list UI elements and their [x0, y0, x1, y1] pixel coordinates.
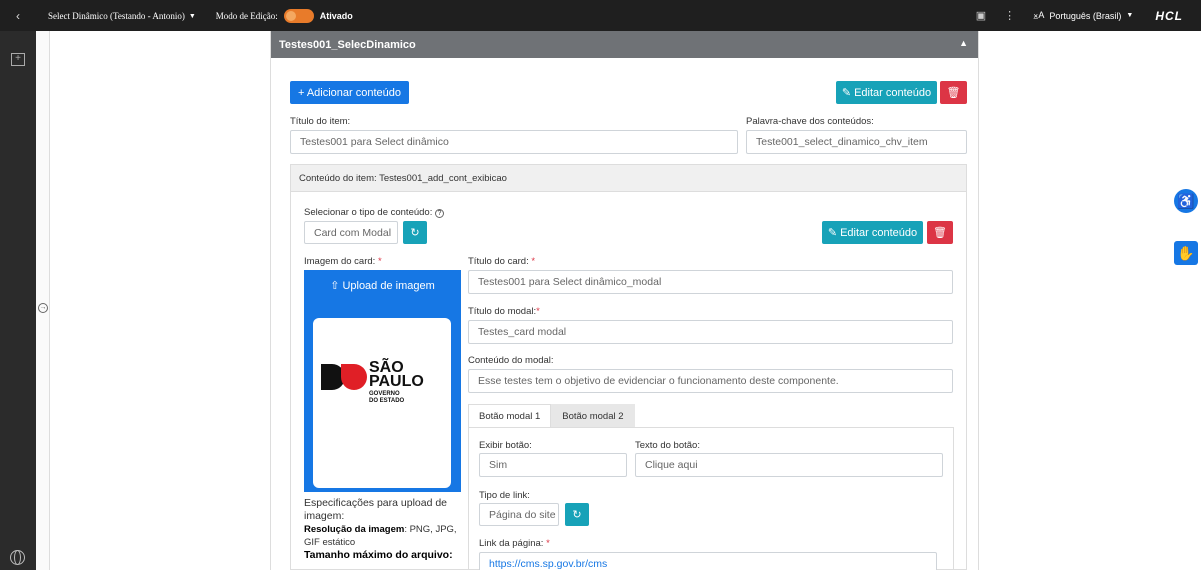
- panel-icon[interactable]: ▣: [976, 9, 986, 22]
- logo-line-4: DO ESTADO: [369, 398, 405, 404]
- upload-specs: Especificações para upload de imagem: Re…: [304, 497, 459, 562]
- keyword-label: Palavra-chave dos conteúdos:: [746, 116, 874, 127]
- link-type-select[interactable]: Página do site: [479, 503, 559, 526]
- image-label: Imagem do card: *: [304, 256, 382, 267]
- sp-logo: SÃO PAULO GOVERNO DO ESTADO: [321, 360, 441, 420]
- item-title-input[interactable]: Testes001 para Select dinâmico: [290, 130, 738, 154]
- modal-title-label-text: Título do modal:: [468, 306, 537, 317]
- trash-icon: 🗑: [933, 227, 947, 239]
- spec-resolution-label: Resolução da imagem: [304, 524, 405, 535]
- brand-logo: HCL: [1155, 8, 1183, 23]
- language-selector[interactable]: ⨱A Português (Brasil) ▼: [1033, 10, 1133, 21]
- spec-intro: Especificações para upload de imagem:: [304, 497, 448, 522]
- card-title-label-text: Título do card:: [468, 256, 529, 267]
- content-type-select[interactable]: Card com Modal: [304, 221, 398, 244]
- top-toolbar: ‹ Select Dinâmico (Testando - Antonio) ▼…: [0, 0, 1201, 31]
- page-link-input[interactable]: https://cms.sp.gov.br/cms: [479, 552, 937, 570]
- keyword-input[interactable]: Teste001_select_dinamico_chv_item: [746, 130, 967, 154]
- edit-content-label-2: Editar conteúdo: [840, 226, 918, 239]
- help-circle-icon[interactable]: ?: [434, 209, 444, 218]
- upload-icon: ⇧: [330, 280, 340, 292]
- refresh-link-type-button[interactable]: ↻: [565, 503, 589, 526]
- edit-mode-label: Modo de Edição:: [215, 10, 278, 21]
- refresh-icon: ↻: [572, 509, 582, 521]
- content-header: Conteúdo do item: Testes001_add_cont_exi…: [291, 165, 966, 192]
- sign-language-icon[interactable]: ✋: [1174, 241, 1198, 265]
- upload-label: Upload de imagem: [342, 279, 435, 292]
- page-link-label: Link da página: *: [479, 538, 550, 549]
- button-text-input[interactable]: Clique aqui: [635, 453, 943, 477]
- image-label-text: Imagem do card:: [304, 256, 376, 267]
- show-button-label: Exibir botão:: [479, 440, 532, 451]
- tab-button-modal-2[interactable]: Botão modal 2: [551, 404, 635, 427]
- more-vertical-icon[interactable]: ⋮: [1004, 9, 1015, 22]
- refresh-button[interactable]: ↻: [403, 221, 427, 244]
- spec-size-label: Tamanho máximo do arquivo:: [304, 549, 453, 561]
- pencil-icon: ✎: [827, 227, 838, 239]
- refresh-icon: ↻: [410, 227, 420, 239]
- edit-content-button[interactable]: ✎ Editar conteúdo: [836, 81, 937, 104]
- panel-title: Testes001_SelecDinamico: [279, 38, 416, 51]
- link-type-label: Tipo de link:: [479, 490, 530, 501]
- add-panel-icon[interactable]: +: [11, 53, 25, 66]
- translate-icon: ⨱A: [1033, 10, 1045, 20]
- modal-title-input[interactable]: Testes_card modal: [468, 320, 953, 344]
- edit-mode-state: Ativado: [319, 10, 353, 21]
- expand-arrow-icon[interactable]: →: [38, 303, 48, 313]
- globe-icon[interactable]: [10, 550, 25, 565]
- item-title-label: Título do item:: [290, 116, 351, 127]
- panel-header[interactable]: Testes001_SelecDinamico ▲: [271, 31, 978, 58]
- delete-button-2[interactable]: 🗑: [927, 221, 953, 244]
- caret-down-icon: ▼: [188, 11, 196, 20]
- image-preview-frame: SÃO PAULO GOVERNO DO ESTADO: [304, 301, 461, 492]
- site-name: Select Dinâmico (Testando - Antonio): [48, 10, 185, 21]
- logo-line-2: PAULO: [369, 373, 424, 390]
- chevron-up-icon[interactable]: ▲: [959, 38, 968, 48]
- page-link-label-text: Link da página:: [479, 538, 544, 549]
- modal-content-input[interactable]: Esse testes tem o objetivo de evidenciar…: [468, 369, 953, 393]
- show-button-select[interactable]: Sim: [479, 453, 627, 477]
- tab-button-modal-1[interactable]: Botão modal 1: [468, 404, 552, 427]
- modal-content-label: Conteúdo do modal:: [468, 355, 554, 366]
- collapse-column: →: [36, 31, 50, 570]
- trash-icon: 🗑: [946, 87, 961, 99]
- button-modal-tabs: Botão modal 1 Botão modal 2: [468, 404, 635, 427]
- caret-down-icon: ▼: [1126, 12, 1134, 19]
- card-title-input[interactable]: Testes001 para Select dinâmico_modal: [468, 270, 953, 294]
- delete-button[interactable]: 🗑: [940, 81, 967, 104]
- logo-line-3: GOVERNO: [369, 391, 400, 397]
- add-content-button[interactable]: + Adicionar conteúdo: [290, 81, 409, 104]
- content-type-label-text: Selecionar o tipo de conteúdo:: [304, 207, 433, 218]
- button-text-label: Texto do botão:: [635, 440, 700, 451]
- site-selector[interactable]: Select Dinâmico (Testando - Antonio) ▼: [48, 11, 196, 21]
- back-chevron-icon[interactable]: ‹: [0, 0, 36, 31]
- card-title-label: Título do card: *: [468, 256, 536, 267]
- left-rail: +: [0, 31, 36, 570]
- content-type-label: Selecionar o tipo de conteúdo: ?: [304, 207, 444, 218]
- edit-content-label: Editar conteúdo: [854, 86, 932, 99]
- edit-mode-toggle[interactable]: [283, 8, 314, 23]
- upload-image-button[interactable]: ⇧ Upload de imagem: [304, 270, 461, 301]
- accessibility-icon[interactable]: ♿: [1174, 189, 1198, 213]
- language-label: Português (Brasil): [1049, 10, 1122, 21]
- image-preview: SÃO PAULO GOVERNO DO ESTADO: [313, 318, 451, 488]
- edit-content-button-2[interactable]: ✎ Editar conteúdo: [822, 221, 923, 244]
- modal-title-label: Título do modal:*: [468, 306, 540, 317]
- pencil-icon: ✎: [841, 87, 852, 99]
